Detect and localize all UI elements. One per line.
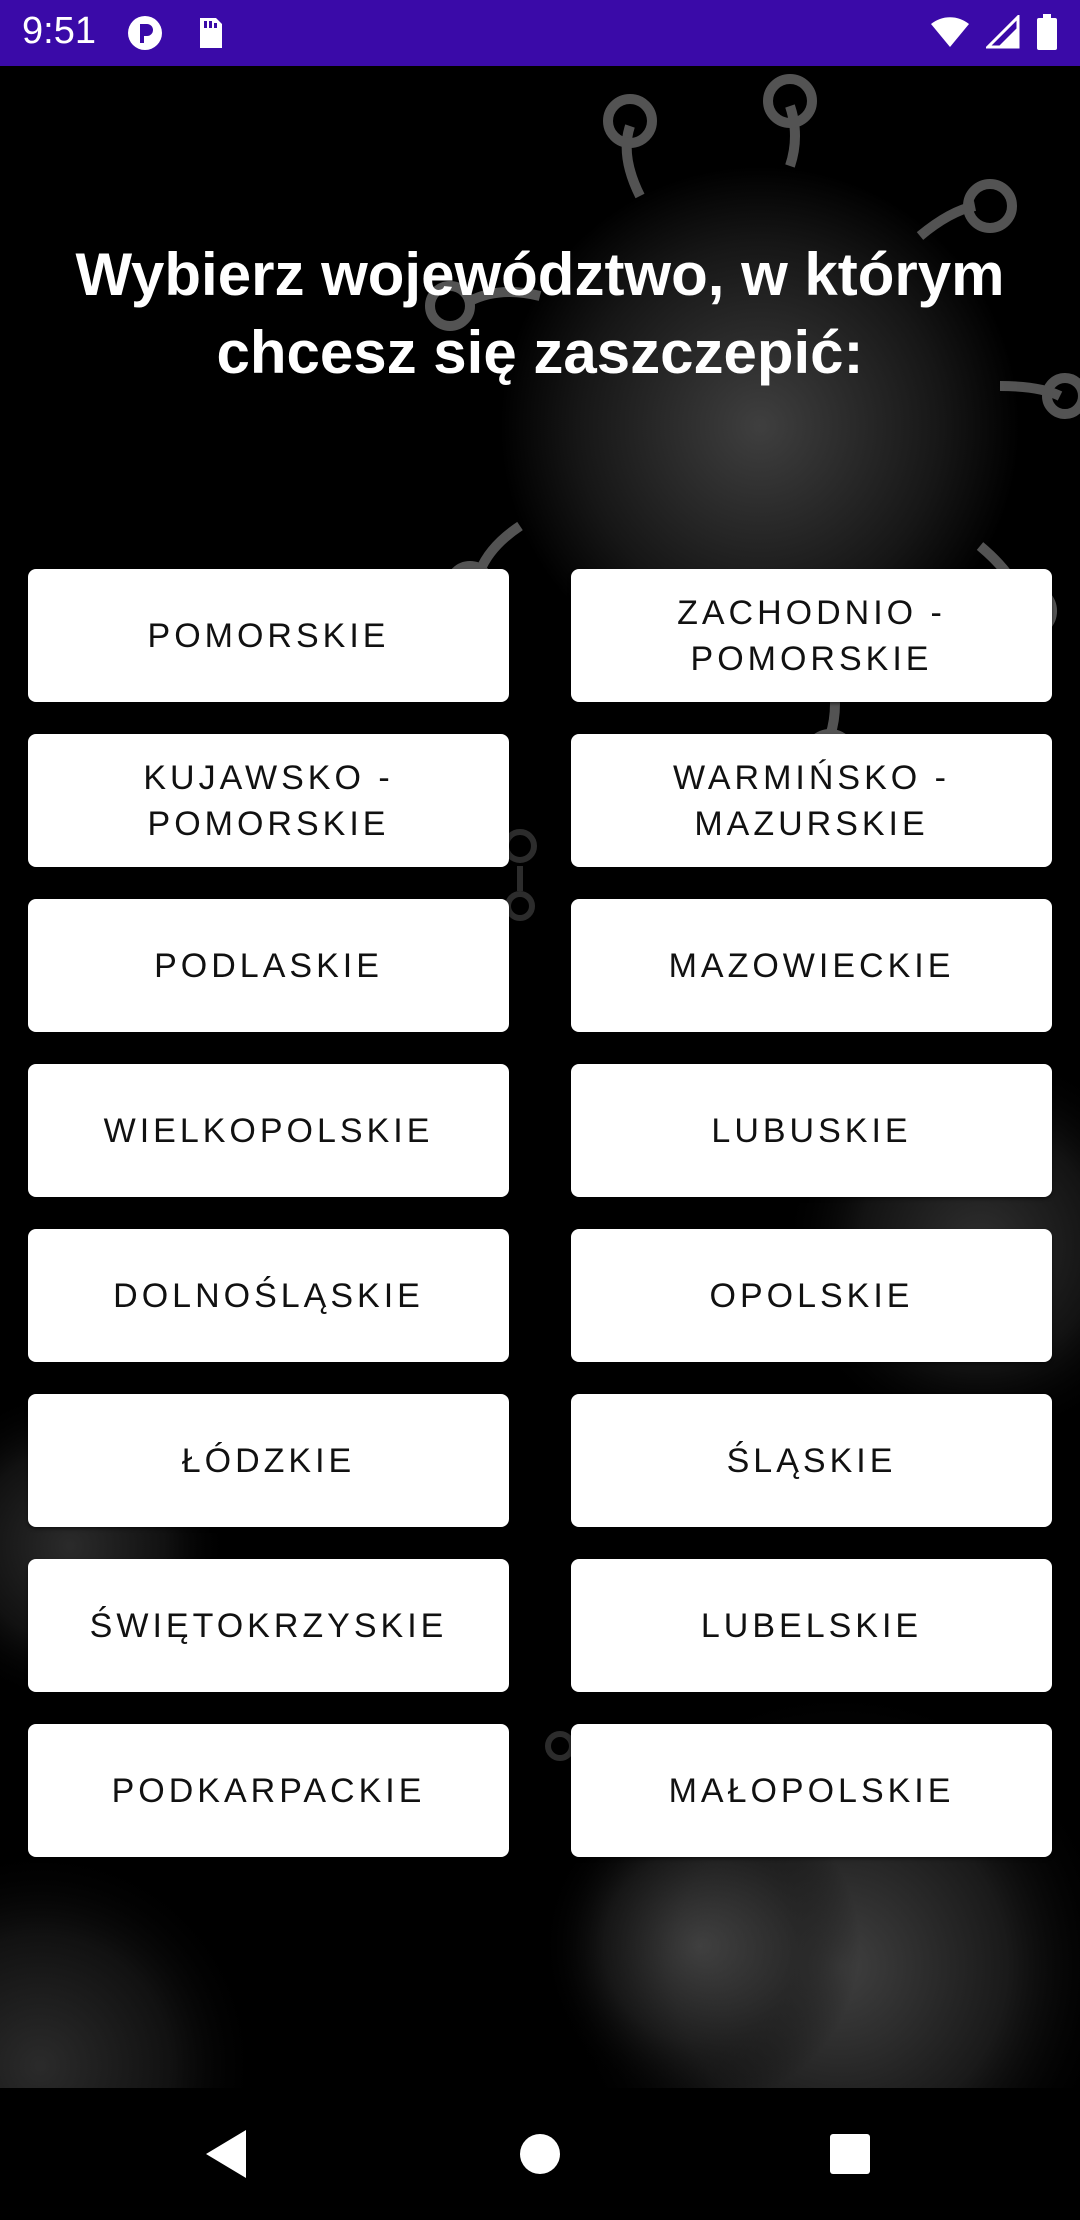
app-notification-icon bbox=[128, 16, 162, 50]
status-icons bbox=[930, 14, 1058, 50]
region-button-swietokrzyskie[interactable]: ŚWIĘTOKRZYSKIE bbox=[28, 1559, 509, 1692]
back-button[interactable] bbox=[190, 2118, 262, 2190]
region-button-wielkopolskie[interactable]: WIELKOPOLSKIE bbox=[28, 1064, 509, 1197]
region-button-lubelskie[interactable]: LUBELSKIE bbox=[571, 1559, 1052, 1692]
region-button-podlaskie[interactable]: PODLASKIE bbox=[28, 899, 509, 1032]
region-button-mazowieckie[interactable]: MAZOWIECKIE bbox=[571, 899, 1052, 1032]
status-time: 9:51 bbox=[22, 10, 96, 52]
back-icon bbox=[206, 2130, 246, 2178]
region-button-warminsko-mazurskie[interactable]: WARMIŃSKO - MAZURSKIE bbox=[571, 734, 1052, 867]
sd-card-icon bbox=[200, 18, 222, 48]
region-button-podkarpackie[interactable]: PODKARPACKIE bbox=[28, 1724, 509, 1857]
region-button-slaskie[interactable]: ŚLĄSKIE bbox=[571, 1394, 1052, 1527]
region-button-dolnoslaskie[interactable]: DOLNOŚLĄSKIE bbox=[28, 1229, 509, 1362]
home-button[interactable] bbox=[504, 2118, 576, 2190]
wifi-icon bbox=[931, 17, 969, 47]
recents-button[interactable] bbox=[814, 2118, 886, 2190]
home-icon bbox=[520, 2134, 560, 2174]
cell-signal-icon bbox=[986, 15, 1020, 49]
region-grid: POMORSKIE ZACHODNIO - POMORSKIE KUJAWSKO… bbox=[28, 569, 1052, 1857]
page-title: Wybierz województwo, w którym chcesz się… bbox=[75, 241, 1005, 386]
recents-icon bbox=[830, 2134, 870, 2174]
region-button-pomorskie[interactable]: POMORSKIE bbox=[28, 569, 509, 702]
region-button-kujawsko-pomorskie[interactable]: KUJAWSKO - POMORSKIE bbox=[28, 734, 509, 867]
navigation-bar bbox=[0, 2088, 1080, 2220]
region-button-zachodniopomorskie[interactable]: ZACHODNIO - POMORSKIE bbox=[571, 569, 1052, 702]
region-button-lodzkie[interactable]: ŁÓDZKIE bbox=[28, 1394, 509, 1527]
region-button-malopolskie[interactable]: MAŁOPOLSKIE bbox=[571, 1724, 1052, 1857]
status-bar: 9:51 bbox=[0, 0, 1080, 66]
region-button-lubuskie[interactable]: LUBUSKIE bbox=[571, 1064, 1052, 1197]
battery-icon bbox=[1037, 14, 1057, 50]
main-screen: Wybierz województwo, w którym chcesz się… bbox=[0, 66, 1080, 2088]
region-button-opolskie[interactable]: OPOLSKIE bbox=[571, 1229, 1052, 1362]
